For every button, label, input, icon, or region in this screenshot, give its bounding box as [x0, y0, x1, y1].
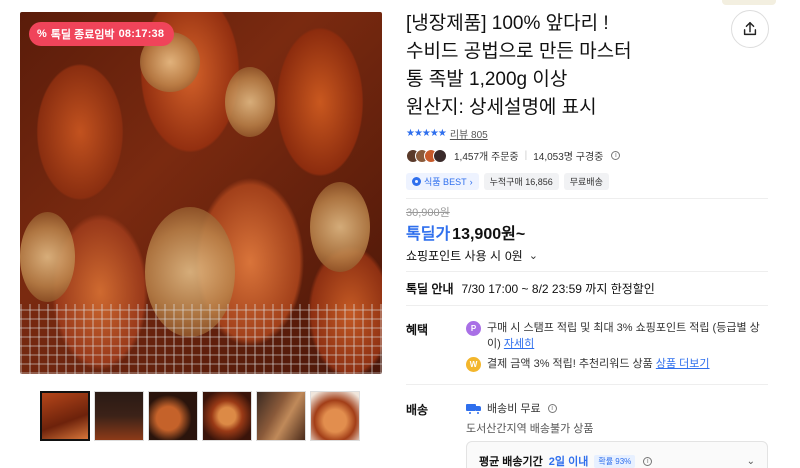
benefit-label: 혜택 — [406, 323, 429, 337]
deal-badge-label: 톡딜 종료임박 — [50, 29, 115, 41]
benefit-text: 구매 시 스탬프 적립 및 최대 3% 쇼핑포인트 적립 (등급별 상이) 자세… — [487, 320, 766, 352]
benefit-desc: 결제 금액 3% 적립! 추천리워드 상품 — [487, 358, 653, 370]
points-value: 0원 — [505, 249, 523, 263]
tag-cumulative: 누적구매 16,856 — [483, 173, 559, 190]
points-text: 쇼핑포인트 사용 시 — [406, 249, 501, 263]
share-icon — [743, 21, 757, 36]
points-row[interactable]: 쇼핑포인트 사용 시 0원 ⌄ — [406, 247, 538, 264]
divider — [406, 384, 768, 385]
tag-free-shipping: 무료배송 — [563, 173, 609, 190]
title-line: 원산지: 상세설명에 표시 — [406, 97, 597, 118]
point-coin-icon: P — [466, 321, 481, 336]
divider — [406, 305, 768, 306]
thumbnail-2[interactable] — [94, 391, 144, 441]
buyer-avatars — [406, 148, 447, 163]
viewers-count: 14,053명 구경중 — [533, 152, 604, 163]
info-icon[interactable]: i — [611, 151, 621, 160]
benefit-item-stamp: P 구매 시 스탬프 적립 및 최대 3% 쇼핑포인트 적립 (등급별 상이) … — [466, 320, 766, 352]
deal-price: 13,900원~ — [452, 226, 526, 243]
deal-info-label: 톡딜 안내 — [406, 282, 454, 296]
chevron-down-icon: ⌄ — [528, 250, 538, 262]
product-main-image[interactable] — [20, 12, 382, 374]
avatar — [433, 148, 447, 163]
tag-label: 식품 BEST — [424, 177, 467, 187]
won-coin-icon: W — [466, 357, 481, 372]
thumbnail-5[interactable] — [256, 391, 306, 441]
avg-shipping-box[interactable]: 평균 배송기간 2일 이내 확률 93% i ⌄ — [466, 441, 768, 468]
benefit-text: 결제 금액 3% 적립! 추천리워드 상품 상품 더보기 — [487, 356, 710, 372]
image-detail — [310, 182, 370, 272]
probability-badge: 확률 93% — [594, 454, 636, 468]
review-label: 리뷰 — [449, 130, 469, 141]
original-price: 30,900원 — [406, 207, 450, 219]
shipping-label: 배송 — [406, 403, 429, 417]
avg-shipping-value: 2일 이내 — [548, 456, 589, 468]
price-label: 톡딜가 — [406, 226, 451, 243]
benefit-detail-link[interactable]: 자세히 — [504, 338, 534, 350]
shipping-note: 도서산간지역 배송불가 상품 — [466, 423, 594, 435]
review-link[interactable]: 리뷰 805 — [450, 126, 488, 141]
image-detail — [225, 67, 275, 137]
percent-icon: % — [37, 28, 47, 40]
deal-countdown-badge: % 톡딜 종료임박 08:17:38 — [29, 22, 175, 46]
chevron-down-icon: ⌄ — [746, 455, 755, 467]
title-line: [냉장제품] 100% 앞다리 ! — [406, 13, 609, 34]
info-icon[interactable]: i — [547, 403, 557, 413]
more-products-link[interactable]: 상품 더보기 — [656, 358, 710, 370]
scroll-indicator — [722, 0, 776, 5]
deal-info-value: 7/30 17:00 ~ 8/2 23:59 까지 한정할인 — [461, 282, 655, 296]
price-row: 톡딜가 13,900원~ — [406, 220, 525, 244]
rating-row: ★★★★★ 리뷰 805 — [406, 126, 488, 141]
deal-info-row: 톡딜 안내 7/30 17:00 ~ 8/2 23:59 까지 한정할인 — [406, 280, 655, 297]
title-line: 통 족발 1,200g 이상 — [406, 69, 568, 90]
share-button[interactable] — [731, 10, 769, 48]
tag-row: 식품 BEST › 누적구매 16,856 무료배송 — [406, 173, 609, 190]
orders-count: 1,457개 주문중 — [454, 152, 519, 163]
tag-food-best[interactable]: 식품 BEST › — [406, 173, 479, 190]
product-title: [냉장제품] 100% 앞다리 ! 수비드 공법으로 만든 마스터 통 족발 1… — [406, 10, 706, 122]
shipping-fee: 배송비 무료 — [487, 403, 541, 415]
thumbnail-6[interactable] — [310, 391, 360, 441]
title-line: 수비드 공법으로 만든 마스터 — [406, 41, 632, 62]
info-icon[interactable]: i — [643, 456, 653, 466]
truck-icon — [466, 403, 482, 415]
divider — [406, 198, 768, 199]
review-count: 805 — [471, 130, 488, 141]
chevron-right-icon: › — [469, 176, 473, 187]
thumbnail-4[interactable] — [202, 391, 252, 441]
thumbnail-3[interactable] — [148, 391, 198, 441]
image-grill — [20, 304, 382, 374]
shipping-fee-row: 배송비 무료 i — [466, 400, 557, 416]
thumbnail-strip — [40, 391, 360, 441]
social-proof-row: 1,457개 주문중 | 14,053명 구경중 i — [406, 148, 621, 163]
rating-stars: ★★★★★ — [406, 128, 447, 139]
separator: | — [524, 150, 528, 161]
thumbnail-1[interactable] — [40, 391, 90, 441]
image-detail — [20, 212, 75, 302]
badge-icon — [412, 177, 421, 186]
benefit-item-reward: W 결제 금액 3% 적립! 추천리워드 상품 상품 더보기 — [466, 356, 766, 372]
avg-shipping-label: 평균 배송기간 — [479, 456, 543, 468]
deal-timer: 08:17:38 — [118, 28, 165, 40]
divider — [406, 271, 768, 272]
